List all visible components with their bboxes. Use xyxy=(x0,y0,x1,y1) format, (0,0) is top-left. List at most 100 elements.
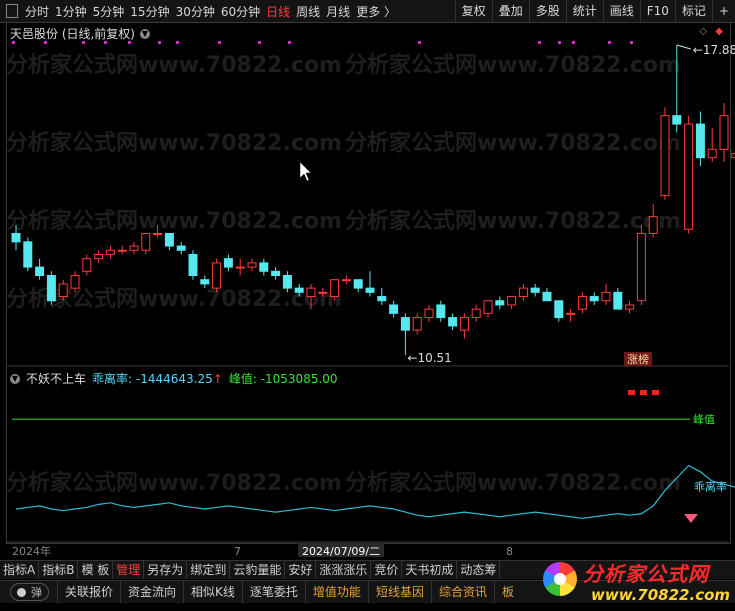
candle-body xyxy=(436,304,446,319)
candle-body xyxy=(153,232,163,235)
candle-body xyxy=(129,245,139,251)
candle-body xyxy=(719,115,729,150)
candle-body xyxy=(424,308,434,319)
bottom-bar-item[interactable]: 相似K线 xyxy=(183,581,242,603)
chart-title: 天邑股份 (日线,前复权) ▼ xyxy=(10,25,150,42)
bottom-bar-item[interactable]: 资金流向 xyxy=(120,581,183,603)
indicator-header: ▼ 不妖不上车 乖离率: -1444643.25↑ 峰值: -1053085.0… xyxy=(10,370,338,387)
candle-body xyxy=(235,266,245,269)
candle-body xyxy=(282,275,292,289)
signal-dot xyxy=(176,41,179,44)
watermark-text: 分析家公式网www.70822.com xyxy=(6,286,342,312)
candle-body xyxy=(483,300,493,314)
candle-body xyxy=(589,296,599,302)
signal-marker xyxy=(652,390,659,395)
kline-chart[interactable]: 分析家公式网www.70822.com分析家公式网www.70822.com分析… xyxy=(0,0,735,560)
candle-body xyxy=(70,275,80,289)
indicator-name: 不妖不上车 xyxy=(26,372,87,386)
high-price-label: ←17.88 xyxy=(693,43,735,57)
candle-body xyxy=(353,279,363,289)
indicator-tab[interactable]: 指标A xyxy=(0,561,40,579)
candle-body xyxy=(117,249,127,252)
candle-body xyxy=(330,279,340,298)
candle-body xyxy=(35,266,45,277)
bottom-bar-item[interactable]: 综合资讯 xyxy=(430,581,494,603)
indicator-tab[interactable]: 模 板 xyxy=(78,561,114,579)
candle-body xyxy=(566,312,576,315)
watermark-text: 分析家公式网www.70822.com xyxy=(345,130,681,156)
candle-body xyxy=(200,279,210,285)
candle-body xyxy=(271,270,281,277)
candle-body xyxy=(188,253,198,277)
candle-body xyxy=(259,262,269,272)
candle-body xyxy=(212,262,222,289)
candle-body xyxy=(613,291,623,310)
candle-body xyxy=(82,258,92,272)
watermark-text: 分析家公式网www.70822.com xyxy=(6,52,342,78)
candle-body xyxy=(695,123,705,159)
candle-body xyxy=(412,317,422,331)
indicator-tab[interactable]: 竞价 xyxy=(371,561,403,579)
candle-body xyxy=(294,287,304,293)
indicator-tab[interactable]: 动态筹 xyxy=(457,561,501,579)
candle-body xyxy=(518,287,528,298)
diamond-filled-icon[interactable]: ◆ xyxy=(715,26,723,37)
deviation-line-label: 乖离率 xyxy=(694,479,727,493)
diamond-marker-icon xyxy=(684,514,698,523)
x-axis-label: 8 xyxy=(506,545,513,558)
indicator-tab[interactable]: 另存为 xyxy=(144,561,188,579)
candle-body xyxy=(601,291,611,302)
candle-body xyxy=(365,287,375,293)
indicator-tab[interactable]: 绑定到 xyxy=(187,561,231,579)
candle-body xyxy=(636,232,646,302)
indicator-tab[interactable]: 天书初成 xyxy=(402,561,458,579)
bottom-bar-item[interactable]: 板 xyxy=(493,581,521,603)
high-pointer xyxy=(676,44,691,50)
signal-dot xyxy=(538,41,541,44)
candle-body xyxy=(105,249,115,255)
peak-line-label: 峰值 xyxy=(693,413,715,426)
candle-body xyxy=(625,304,635,310)
chevron-down-icon[interactable]: ▼ xyxy=(140,28,150,39)
signal-dot xyxy=(608,41,611,44)
candle-body xyxy=(672,115,682,125)
bottom-bar-item[interactable]: 短线基因 xyxy=(367,581,431,603)
candle-body xyxy=(448,317,458,327)
candle-body xyxy=(377,296,387,302)
diamond-icon[interactable]: ◇ xyxy=(699,26,707,37)
mouse-cursor-icon xyxy=(299,161,312,182)
candle-body xyxy=(223,258,233,268)
bottom-bar-item[interactable]: 关联报价 xyxy=(57,581,120,603)
signal-dot xyxy=(572,41,575,44)
candle-body xyxy=(400,317,410,331)
candle-body xyxy=(542,291,552,302)
indicator-tab[interactable]: 管理 xyxy=(113,561,145,579)
limit-up-badge: 涨榜 xyxy=(627,352,649,366)
low-price-label: ←10.51 xyxy=(407,351,451,365)
candle-body xyxy=(648,216,658,234)
indicator-tab[interactable]: 涨涨涨乐 xyxy=(316,561,372,579)
watermark-text: 分析家公式网www.70822.com xyxy=(345,208,681,234)
candle-body xyxy=(46,275,56,302)
candle-body xyxy=(247,262,257,268)
candle-body xyxy=(23,241,33,268)
popup-toggle[interactable]: 弹 xyxy=(10,583,49,601)
indicator-tab[interactable]: 安好 xyxy=(285,561,317,579)
candle-body xyxy=(94,253,104,260)
bottom-bar-item[interactable]: 增值功能 xyxy=(304,581,368,603)
indicator-tab[interactable]: 指标B xyxy=(39,561,79,579)
peak-label: 峰值: -1053085.00 xyxy=(228,372,338,386)
stock-title: 天邑股份 (日线,前复权) xyxy=(10,27,135,41)
x-axis-label: 7 xyxy=(234,545,241,558)
candle-body xyxy=(707,148,717,159)
candle-body xyxy=(660,115,670,197)
signal-dot xyxy=(630,41,633,44)
candle-body xyxy=(459,317,469,331)
candle-body xyxy=(164,232,174,247)
candle-body xyxy=(495,300,505,306)
chevron-down-icon[interactable]: ▼ xyxy=(10,373,20,384)
bottom-bar-item[interactable]: 逐笔委托 xyxy=(241,581,305,603)
indicator-tab[interactable]: 云豹量能 xyxy=(230,561,286,579)
candle-body xyxy=(176,245,186,251)
watermark-text: 分析家公式网www.70822.com xyxy=(6,208,342,234)
